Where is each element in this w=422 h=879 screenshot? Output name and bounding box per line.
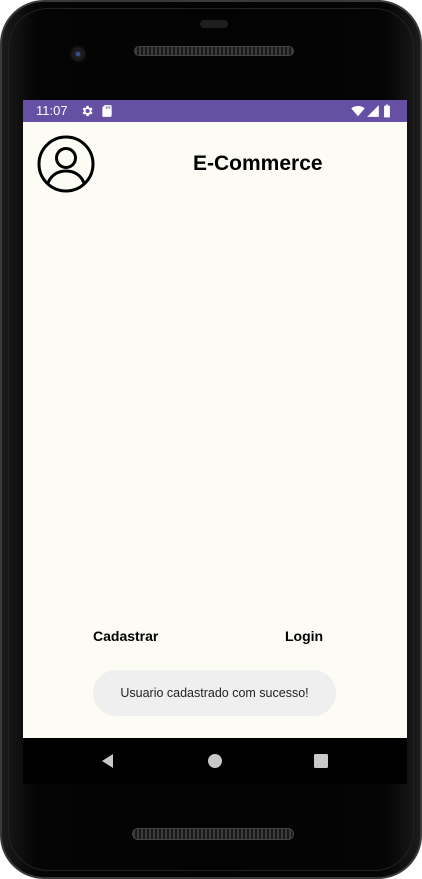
status-bar: 11:07 (23, 100, 407, 122)
login-button[interactable]: Login (285, 628, 323, 644)
proximity-sensor (200, 20, 228, 28)
bottom-speaker (132, 828, 294, 840)
recents-icon[interactable] (312, 752, 330, 770)
navigation-bar (23, 738, 407, 784)
sd-card-icon (102, 105, 112, 117)
account-circle-icon[interactable] (37, 135, 95, 193)
toast-message: Usuario cadastrado com sucesso! (120, 686, 309, 700)
status-time: 11:07 (36, 103, 68, 118)
front-camera (70, 46, 86, 62)
back-icon[interactable] (99, 752, 117, 770)
phone-frame: 11:07 E-Commerce Cadastrar Login Usuario… (0, 0, 422, 879)
app-screen: 11:07 E-Commerce Cadastrar Login Usuario… (23, 100, 407, 738)
register-button[interactable]: Cadastrar (93, 628, 158, 644)
toast-notification: Usuario cadastrado com sucesso! (93, 670, 336, 716)
earpiece-speaker (134, 46, 294, 56)
wifi-icon (351, 106, 365, 117)
settings-icon (82, 105, 93, 117)
battery-icon (384, 104, 390, 118)
home-icon[interactable] (206, 752, 224, 770)
app-header: E-Commerce (23, 122, 407, 193)
app-title: E-Commerce (193, 152, 323, 175)
signal-icon (367, 105, 379, 117)
